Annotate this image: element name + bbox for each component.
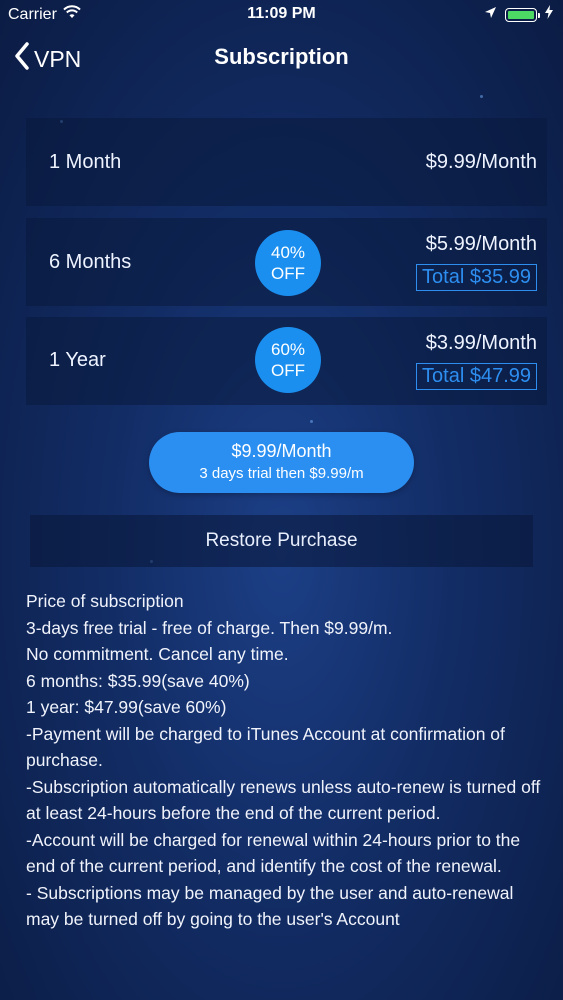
terms-line: -Payment will be charged to iTunes Accou… <box>26 723 505 771</box>
badge-off: OFF <box>271 361 305 380</box>
cta-subtitle: 3 days trial then $9.99/m <box>199 465 364 482</box>
plan-label: 1 Year <box>49 349 106 371</box>
plan-total: Total $47.99 <box>416 363 537 390</box>
plan-6-months[interactable]: 6 Months 40% OFF $5.99/Month Total $35.9… <box>26 218 547 306</box>
plan-price: $3.99/Month <box>425 332 537 354</box>
badge-percent: 40% <box>270 243 306 262</box>
plan-price: $9.99/Month <box>425 151 537 173</box>
discount-badge: 60% OFF <box>255 327 321 393</box>
page-title: Subscription <box>214 44 349 69</box>
discount-badge: 40% OFF <box>255 230 321 296</box>
terms-line: - Subscriptions may be managed by the us… <box>26 882 514 930</box>
restore-purchase-button[interactable]: Restore Purchase <box>30 515 533 567</box>
terms-line: No commitment. Cancel any time. <box>26 644 289 664</box>
terms-line: 6 months: $35.99(save 40%) <box>26 670 250 691</box>
background-dot <box>480 95 483 98</box>
terms-line: -Subscription automatically renews unles… <box>26 776 541 824</box>
terms-heading: Price of subscription <box>26 591 184 611</box>
badge-percent: 60% <box>270 340 306 359</box>
badge-off: OFF <box>271 264 305 283</box>
start-trial-button[interactable]: $9.99/Month 3 days trial then $9.99/m <box>149 432 414 493</box>
plan-total: Total $35.99 <box>416 264 537 291</box>
plan-price: $5.99/Month <box>425 233 537 255</box>
charging-bolt-icon <box>545 5 553 24</box>
terms-line: 1 year: $47.99(save 60%) <box>26 697 227 717</box>
status-right <box>484 5 553 24</box>
plan-1-month[interactable]: 1 Month $9.99/Month <box>26 118 547 206</box>
battery-icon <box>505 7 540 22</box>
cta-price: $9.99/Month <box>231 441 332 461</box>
terms-line: 3-days free trial - free of charge. Then… <box>26 617 393 638</box>
subscription-terms: Price of subscription 3-days free trial … <box>26 588 546 933</box>
navigation-bar: VPN Subscription <box>0 34 563 82</box>
status-time: 11:09 PM <box>247 5 316 22</box>
terms-line: -Account will be charged for renewal wit… <box>26 829 521 877</box>
status-bar: Carrier 11:09 PM <box>0 0 563 30</box>
plan-1-year[interactable]: 1 Year 60% OFF $3.99/Month Total $47.99 <box>26 317 547 405</box>
plan-label: 1 Month <box>49 151 122 173</box>
plan-label: 6 Months <box>49 251 132 273</box>
location-arrow-icon <box>484 6 497 24</box>
background-dot <box>310 420 313 423</box>
